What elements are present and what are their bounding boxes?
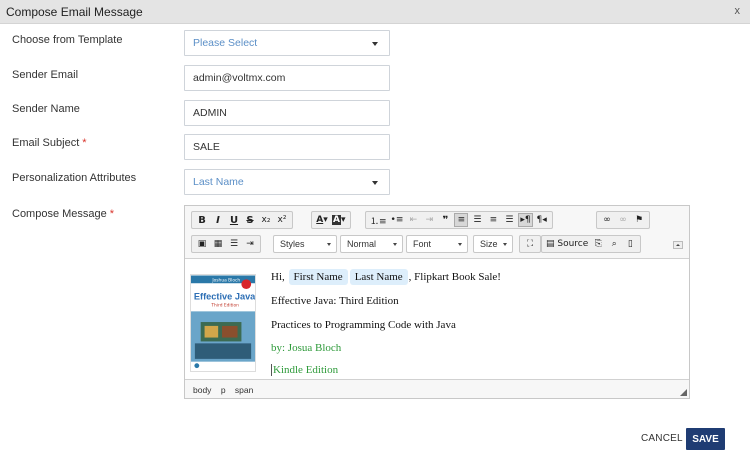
book-subtitle-line: Practices to Programming Code with Java: [271, 319, 456, 331]
background-color-button[interactable]: A ▾: [331, 213, 347, 227]
first-name-token[interactable]: First Name: [288, 269, 348, 285]
template-label: Choose from Template: [12, 34, 123, 46]
personalization-label: Personalization Attributes: [12, 172, 137, 184]
required-mark: *: [82, 137, 87, 149]
path-span[interactable]: span: [235, 385, 253, 395]
strikethrough-button[interactable]: S: [243, 213, 257, 227]
format-dropdown[interactable]: Normal: [340, 235, 403, 253]
anchor-flag-icon[interactable]: ⚑: [632, 213, 646, 227]
resize-handle-icon[interactable]: [680, 389, 687, 396]
numbered-list-icon[interactable]: ⒈≡: [369, 213, 388, 227]
align-center-icon[interactable]: ☰: [470, 213, 484, 227]
text-color-button[interactable]: A ▾: [315, 213, 329, 227]
ltr-icon[interactable]: ▸¶: [518, 213, 533, 227]
link-group: ∞ ∞ ⚑: [596, 211, 650, 229]
path-p[interactable]: p: [221, 385, 226, 395]
path-body[interactable]: body: [193, 385, 211, 395]
kindle-edition-line: Kindle Edition: [271, 364, 339, 376]
preview-icon[interactable]: ▯: [623, 237, 637, 251]
link-icon[interactable]: ∞: [600, 213, 614, 227]
align-justify-icon[interactable]: ☰: [502, 213, 516, 227]
chevron-down-icon: [372, 42, 378, 46]
cover-edition: Third Edition: [210, 303, 239, 309]
align-right-icon[interactable]: ≡: [486, 213, 500, 227]
blockquote-icon[interactable]: ❞: [438, 213, 452, 227]
author-line: by: Josua Bloch: [271, 342, 342, 354]
superscript-button[interactable]: x²: [275, 213, 289, 227]
maximize-icon[interactable]: ⛶: [523, 237, 537, 251]
editor-toolbar: B I U S x₂ x² A ▾ A ▾ ⒈≡ •≡ ⇤ ⇥ ❞ ≡ ☰ ≡ ☰ …: [185, 206, 689, 259]
table-icon[interactable]: ▦: [211, 237, 225, 251]
font-dropdown[interactable]: Font: [406, 235, 468, 253]
find-icon[interactable]: ⌕: [607, 237, 621, 251]
email-subject-field[interactable]: SALE: [184, 134, 390, 160]
decrease-indent-icon[interactable]: ⇤: [406, 213, 420, 227]
compose-message-label: Compose Message *: [12, 208, 115, 220]
source-button-group: ▤ Source ⎘ ⌕ ▯: [541, 235, 642, 253]
italic-button[interactable]: I: [211, 213, 225, 227]
cancel-button[interactable]: CANCEL: [641, 433, 683, 444]
bulleted-list-icon[interactable]: •≡: [390, 213, 405, 227]
chevron-down-icon: [393, 243, 397, 246]
indent-block-icon[interactable]: ⇥: [243, 237, 257, 251]
template-select[interactable]: Please Select: [184, 30, 390, 56]
rich-text-editor[interactable]: B I U S x₂ x² A ▾ A ▾ ⒈≡ •≡ ⇤ ⇥ ❞ ≡ ☰ ≡ ☰ …: [184, 205, 690, 399]
close-icon[interactable]: x: [735, 5, 741, 17]
chevron-down-icon: [327, 243, 331, 246]
chevron-down-icon: [372, 181, 378, 185]
unlink-icon[interactable]: ∞: [616, 213, 630, 227]
collapse-toolbar-icon[interactable]: [673, 241, 683, 249]
book-title-line: Effective Java: Third Edition: [271, 295, 399, 307]
list-group: ⒈≡ •≡ ⇤ ⇥ ❞ ≡ ☰ ≡ ☰ ▸¶ ¶◂: [365, 211, 553, 229]
styles-dropdown[interactable]: Styles: [273, 235, 337, 253]
sender-name-field[interactable]: ADMIN: [184, 100, 390, 126]
email-subject-label: Email Subject *: [12, 137, 87, 149]
sender-email-field[interactable]: admin@voltmx.com: [184, 65, 390, 91]
cover-title: Effective Java: [194, 292, 256, 302]
sender-email-label: Sender Email: [12, 69, 79, 81]
basic-styles-group: B I U S x₂ x²: [191, 211, 293, 229]
sender-name-label: Sender Name: [12, 103, 80, 115]
chevron-down-icon: [458, 243, 462, 246]
greeting-line: Hi, First Name Last Name, Flipkart Book S…: [271, 269, 501, 285]
paste-text-icon[interactable]: ⎘: [591, 237, 605, 251]
image-icon[interactable]: ▣: [195, 237, 209, 251]
dialog-title: Compose Email Message: [6, 5, 143, 19]
underline-button[interactable]: U: [227, 213, 241, 227]
subscript-button[interactable]: x₂: [259, 213, 273, 227]
align-left-icon[interactable]: ≡: [454, 213, 469, 227]
color-group: A ▾ A ▾: [311, 211, 351, 229]
insert-group: ▣ ▦ ☰ ⇥: [191, 235, 261, 253]
rtl-icon[interactable]: ¶◂: [535, 213, 549, 227]
personalization-select[interactable]: Last Name: [184, 169, 390, 195]
editor-content[interactable]: Joshua Bloch Effective Java Third Editio…: [185, 260, 689, 379]
bold-button[interactable]: B: [195, 213, 209, 227]
required-mark: *: [109, 208, 115, 220]
chevron-down-icon: [503, 243, 507, 246]
source-button[interactable]: ▤ Source: [545, 237, 589, 251]
element-path-bar: body p span: [185, 379, 689, 398]
increase-indent-icon[interactable]: ⇥: [422, 213, 436, 227]
size-dropdown[interactable]: Size: [473, 235, 513, 253]
dialog-titlebar: Compose Email Message x: [0, 0, 750, 24]
last-name-token[interactable]: Last Name: [349, 269, 408, 285]
cover-author: Joshua Bloch: [211, 277, 240, 283]
source-group: ⛶: [519, 235, 541, 253]
save-button[interactable]: SAVE: [686, 428, 725, 450]
book-cover-image: Joshua Bloch Effective Java Third Editio…: [190, 274, 256, 372]
horizontal-line-icon[interactable]: ☰: [227, 237, 241, 251]
